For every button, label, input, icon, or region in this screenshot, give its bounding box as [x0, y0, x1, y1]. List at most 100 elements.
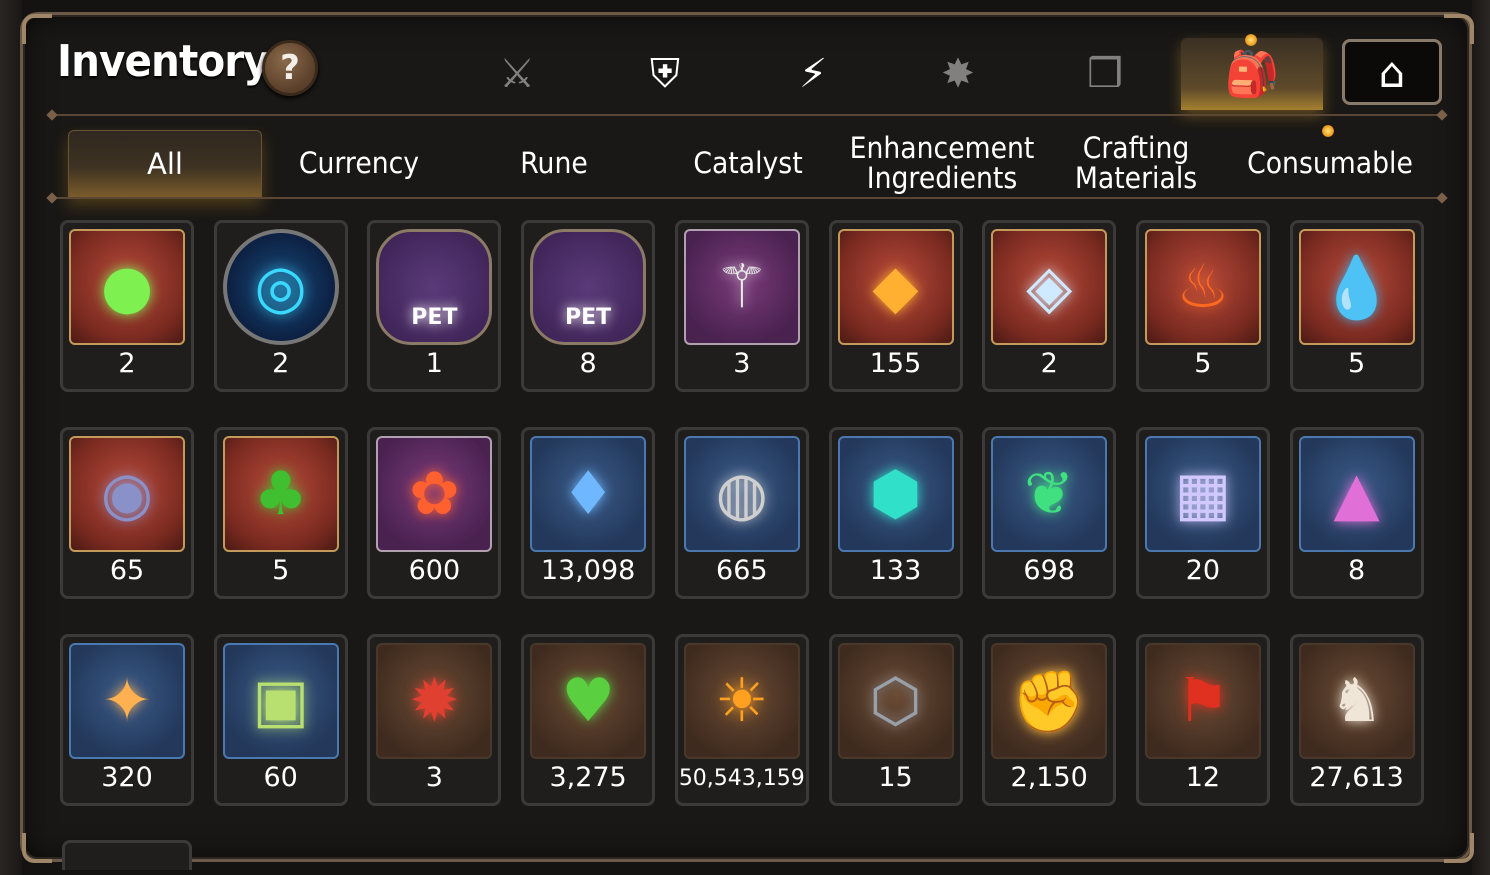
tab-catalyst[interactable]: Catalyst [660, 130, 837, 196]
item-count: 8 [579, 348, 597, 379]
fire-pendant-item: ♨ [1144, 229, 1261, 345]
inventory-slot[interactable]: ✿ 600 [367, 427, 502, 599]
golden-crystal-icon: ◆ [872, 252, 919, 322]
inventory-slot[interactable]: 💧 5 [1289, 220, 1424, 392]
red-badge-icon: ✹ [409, 666, 460, 736]
inventory-slot[interactable]: ❦ 698 [982, 427, 1117, 599]
inventory-slot[interactable]: ♨ 5 [1135, 220, 1270, 392]
inventory-slot[interactable]: ◈ 2 [982, 220, 1117, 392]
tab-backpack[interactable]: 🎒 [1181, 38, 1323, 110]
item-count: 15 [878, 762, 913, 793]
blue-rune-orb-icon: ◎ [254, 252, 307, 322]
inventory-slot[interactable]: ♥ 3,275 [521, 634, 656, 806]
inventory-slot[interactable]: ⚚ 3 [674, 220, 809, 392]
inventory-slot[interactable]: ♦ 13,098 [521, 427, 656, 599]
blue-gem-icon: ♦ [561, 459, 615, 529]
inventory-slot[interactable]: ✦ 320 [60, 634, 194, 806]
item-count: 27,613 [1309, 762, 1404, 793]
item-count: 1 [425, 348, 443, 379]
inventory-slot[interactable]: PET 8 [521, 220, 656, 392]
fist-emblem-item: ✊ [991, 643, 1108, 759]
divider [50, 197, 1444, 199]
gold-coin-icon: ☀ [714, 666, 769, 736]
equipment-icon: ⚔ [499, 51, 535, 97]
panel-corner-ornament [1444, 14, 1474, 44]
fire-pendant-icon: ♨ [1175, 252, 1230, 322]
panel-corner-ornament [22, 833, 52, 863]
blue-rune-orb-item: ◎ [222, 229, 339, 345]
item-count: 3 [733, 348, 751, 379]
page-title: Inventory [57, 36, 270, 87]
divider [50, 114, 1444, 116]
item-count: 2 [1040, 348, 1058, 379]
inventory-slot[interactable]: PET 1 [367, 220, 502, 392]
blue-gem-item: ♦ [530, 436, 647, 552]
item-count: 20 [1185, 555, 1221, 586]
tab-guild-house[interactable]: ⌂ [1342, 39, 1442, 105]
inventory-slot[interactable]: ✹ 3 [367, 634, 502, 806]
tab-consumable[interactable]: Consumable [1242, 130, 1419, 196]
tab-rune[interactable]: Rune [466, 130, 643, 196]
inventory-slot[interactable]: ◆ 155 [828, 220, 963, 392]
pink-crystal-item: ▲ [1298, 436, 1415, 552]
item-count: 5 [1348, 348, 1366, 379]
green-gem-item: ● [69, 229, 185, 345]
inventory-slot[interactable]: ◍ 665 [674, 427, 809, 599]
tab-cube[interactable]: ❒ [1040, 42, 1170, 106]
tab-all[interactable]: All [68, 130, 262, 197]
help-button[interactable]: ? [262, 40, 318, 96]
inventory-slot[interactable]: ◉ 65 [60, 427, 194, 599]
item-count: 600 [408, 555, 461, 586]
guild-house-icon: ⌂ [1378, 47, 1406, 97]
water-pendant-icon: 💧 [1319, 252, 1394, 323]
leaf-item: ❦ [991, 436, 1108, 552]
item-count: 5 [1194, 348, 1212, 379]
inventory-slot[interactable]: ✊ 2,150 [982, 634, 1117, 806]
item-count: 320 [101, 762, 153, 793]
inventory-slot[interactable]: ▦ 20 [1135, 427, 1270, 599]
item-count: 3 [425, 762, 443, 793]
inventory-slot[interactable]: ▲ 8 [1289, 427, 1424, 599]
cyan-crystal-item: ⬢ [837, 436, 954, 552]
inventory-slot[interactable]: ♣ 5 [213, 427, 348, 599]
chess-knight-icon: ♞ [1329, 666, 1384, 736]
inventory-slot[interactable]: ◎ 2 [213, 220, 348, 392]
item-count: 50,543,159 [678, 766, 805, 791]
inventory-slot[interactable]: ♞ 27,613 [1289, 634, 1424, 806]
pet-card-icon: ▦ [1174, 459, 1232, 529]
golden-crystal-item: ◆ [837, 229, 954, 345]
inventory-slot[interactable]: ▣ 60 [213, 634, 348, 806]
tab-disabled-gear[interactable]: ⛨ [600, 42, 730, 106]
item-count: 3,275 [549, 762, 627, 793]
costume-card-item: ▣ [222, 643, 339, 759]
item-count: 65 [109, 555, 145, 586]
flower-ring-icon: ✿ [409, 459, 460, 529]
inventory-slot[interactable]: ⬢ 133 [828, 427, 963, 599]
inventory-slot[interactable]: ⚑ 12 [1135, 634, 1270, 806]
item-count: 155 [869, 348, 922, 379]
pet-card-item: ▦ [1144, 436, 1261, 552]
clover-pendant-item: ♣ [222, 436, 339, 552]
inventory-slot[interactable]: ● 2 [60, 220, 194, 392]
tab-equipment[interactable]: ⚔ [452, 42, 582, 106]
green-gem-icon: ● [100, 252, 154, 322]
item-count: 13,098 [540, 555, 636, 586]
inventory-slot-partial[interactable] [62, 840, 192, 870]
tab-burst[interactable]: ✸ [893, 42, 1023, 106]
ring-pendant-item: ◉ [69, 436, 185, 552]
inventory-slot[interactable]: ⬡ 15 [828, 634, 963, 806]
pet-bag-item: PET [530, 229, 647, 345]
burst-icon: ✸ [941, 51, 975, 97]
leaf-icon: ❦ [1024, 459, 1075, 529]
item-count: 2 [118, 348, 136, 379]
item-count: 12 [1185, 762, 1221, 793]
sub-tab-bar: All Currency Rune Catalyst Enhancement I… [68, 130, 1438, 197]
green-heart-item: ♥ [530, 643, 647, 759]
inventory-slot[interactable]: ☀ 50,543,159 [674, 634, 809, 806]
tab-enhancement-ingredients[interactable]: Enhancement Ingredients [850, 130, 1035, 196]
item-count: 60 [263, 762, 298, 793]
feather-wand-icon: ⚚ [714, 252, 769, 322]
tab-lightning[interactable]: ⚡ [748, 42, 878, 106]
tab-currency[interactable]: Currency [271, 130, 448, 196]
tab-crafting-materials[interactable]: Crafting Materials [1048, 130, 1225, 196]
